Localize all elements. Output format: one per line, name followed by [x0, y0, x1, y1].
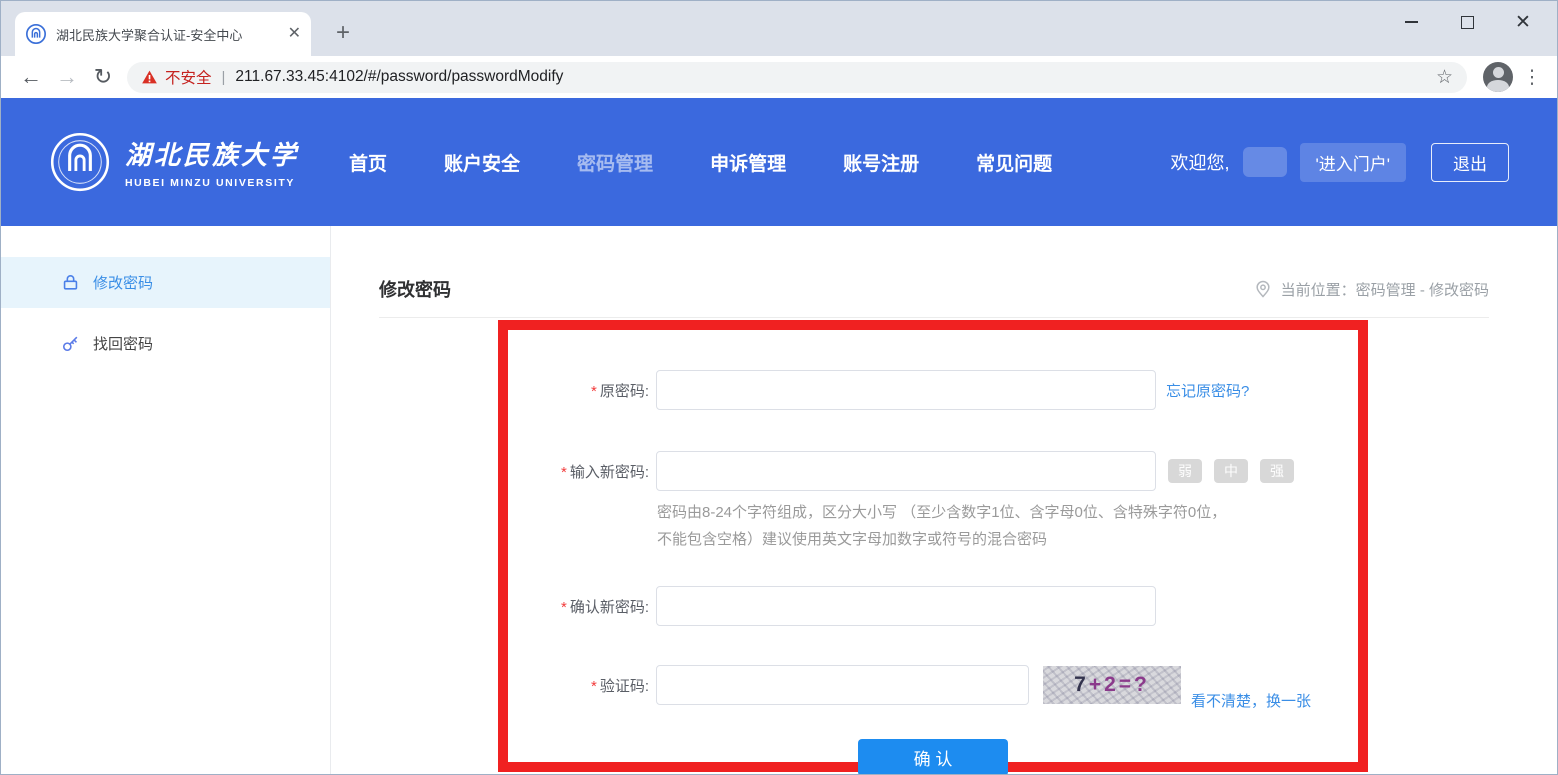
old-password-row: *原密码: 忘记原密码? [508, 370, 1358, 410]
browser-titlebar: 湖北民族大学聚合认证-安全中心 ✕ + ✕ [1, 1, 1557, 56]
reload-button[interactable]: ↻ [85, 60, 121, 94]
captcha-refresh-link[interactable]: 看不清楚，换一张 [1191, 690, 1311, 711]
maximize-icon [1461, 16, 1474, 29]
header-right: 欢迎您, '进入门户' 退出 [1170, 143, 1509, 182]
old-password-input[interactable] [656, 370, 1156, 410]
form-highlight-box: *原密码: 忘记原密码? *输入新密码: 弱 中 强 密码由8-24个字符组成，… [498, 320, 1368, 772]
browser-tab[interactable]: 湖北民族大学聚合认证-安全中心 ✕ [15, 12, 311, 56]
captcha-image[interactable]: 7 +2 =? [1043, 666, 1181, 704]
confirm-button[interactable]: 确 认 [858, 739, 1008, 775]
forward-arrow-icon: → [56, 64, 78, 90]
main-title-row: 修改密码 当前位置：密码管理 - 修改密码 [379, 276, 1489, 302]
url-text[interactable]: 211.67.33.45:4102/#/password/passwordMod… [235, 68, 1428, 86]
nav-item-faq[interactable]: 常见问题 [976, 149, 1052, 176]
page-title: 修改密码 [379, 276, 451, 302]
sidebar-item-label: 修改密码 [93, 272, 153, 293]
welcome-text: 欢迎您, [1170, 149, 1229, 175]
password-strength-meter: 弱 中 强 [1168, 459, 1294, 483]
confirm-password-input[interactable] [656, 586, 1156, 626]
nav-item-password-management[interactable]: 密码管理 [577, 149, 653, 176]
sidebar-item-modify-password[interactable]: 修改密码 [1, 257, 330, 308]
university-logo: 湖北民族大学 HUBEI MINZU UNIVERSITY [49, 131, 299, 193]
tab-title: 湖北民族大学聚合认证-安全中心 [56, 25, 282, 44]
forgot-password-link[interactable]: 忘记原密码? [1166, 380, 1249, 401]
required-marker: * [561, 464, 567, 481]
back-button[interactable]: ← [13, 60, 49, 94]
required-marker: * [591, 678, 597, 695]
sidebar: 修改密码 找回密码 [1, 226, 331, 775]
main-nav: 首页 账户安全 密码管理 申诉管理 账号注册 常见问题 [349, 149, 1052, 176]
site-favicon-icon [25, 23, 47, 45]
sidebar-item-recover-password[interactable]: 找回密码 [1, 318, 330, 369]
security-warning-icon [141, 69, 158, 85]
new-password-input[interactable] [656, 451, 1156, 491]
browser-toolbar: ← → ↻ 不安全 | 211.67.33.45:4102/#/password… [1, 56, 1557, 98]
enter-portal-button[interactable]: '进入门户' [1300, 143, 1407, 182]
captcha-label: *验证码: [508, 675, 649, 696]
strength-strong-badge: 强 [1260, 459, 1294, 483]
back-arrow-icon: ← [20, 64, 42, 90]
confirm-password-label: *确认新密码: [508, 596, 649, 617]
required-marker: * [591, 383, 597, 400]
main-area: 修改密码 当前位置：密码管理 - 修改密码 *原密码: 忘记原密码? [331, 226, 1557, 775]
profile-avatar[interactable] [1483, 62, 1513, 92]
omnibox-separator: | [222, 69, 226, 86]
password-hint: 密码由8-24个字符组成，区分大小写 （至少含数字1位、含字母0位、含特殊字符0… [657, 499, 1235, 553]
new-password-row: *输入新密码: 弱 中 强 [508, 451, 1358, 491]
nav-item-account-security[interactable]: 账户安全 [444, 149, 520, 176]
breadcrumb-text: 当前位置：密码管理 - 修改密码 [1281, 279, 1489, 300]
logo-title: 湖北民族大学 [125, 135, 299, 172]
old-password-label: *原密码: [508, 380, 649, 401]
strength-weak-badge: 弱 [1168, 459, 1202, 483]
window-minimize-button[interactable] [1383, 1, 1439, 43]
site-header: 湖北民族大学 HUBEI MINZU UNIVERSITY 首页 账户安全 密码… [1, 98, 1557, 226]
address-bar[interactable]: 不安全 | 211.67.33.45:4102/#/password/passw… [127, 62, 1467, 93]
logo-text: 湖北民族大学 HUBEI MINZU UNIVERSITY [125, 135, 299, 189]
university-emblem-icon [49, 131, 111, 193]
browser-window: 湖北民族大学聚合认证-安全中心 ✕ + ✕ ← → ↻ 不安全 | 211.67… [0, 0, 1558, 775]
title-divider [379, 317, 1489, 318]
close-icon: ✕ [1515, 13, 1531, 32]
security-warning-label[interactable]: 不安全 [165, 66, 212, 88]
window-controls: ✕ [1383, 1, 1551, 43]
bookmark-star-icon[interactable]: ☆ [1436, 66, 1453, 89]
location-pin-icon [1253, 279, 1273, 299]
captcha-input[interactable] [656, 665, 1029, 705]
sidebar-item-label: 找回密码 [93, 333, 153, 354]
required-marker: * [561, 599, 567, 616]
lock-icon [61, 273, 80, 292]
nav-item-home[interactable]: 首页 [349, 149, 387, 176]
window-maximize-button[interactable] [1439, 1, 1495, 43]
nav-item-account-register[interactable]: 账号注册 [843, 149, 919, 176]
logo-subtitle: HUBEI MINZU UNIVERSITY [125, 177, 299, 189]
key-icon [61, 334, 80, 353]
forward-button[interactable]: → [49, 60, 85, 94]
new-password-label: *输入新密码: [508, 461, 649, 482]
captcha-row: *验证码: 7 +2 =? 看不清楚，换一张 [508, 665, 1358, 705]
username-redacted [1243, 147, 1287, 177]
strength-medium-badge: 中 [1214, 459, 1248, 483]
new-tab-button[interactable]: + [329, 20, 357, 46]
nav-item-appeal-management[interactable]: 申诉管理 [710, 149, 786, 176]
reload-icon: ↻ [94, 64, 112, 90]
window-close-button[interactable]: ✕ [1495, 1, 1551, 43]
page-content: 修改密码 找回密码 修改密码 当前位置：密码管理 - 修改密码 [1, 226, 1557, 775]
minimize-icon [1405, 21, 1418, 23]
tab-close-icon[interactable]: ✕ [288, 26, 301, 42]
breadcrumb: 当前位置：密码管理 - 修改密码 [1253, 279, 1489, 300]
logout-button[interactable]: 退出 [1431, 143, 1509, 182]
browser-menu-icon[interactable]: ⋮ [1519, 66, 1545, 89]
confirm-password-row: *确认新密码: [508, 586, 1358, 626]
